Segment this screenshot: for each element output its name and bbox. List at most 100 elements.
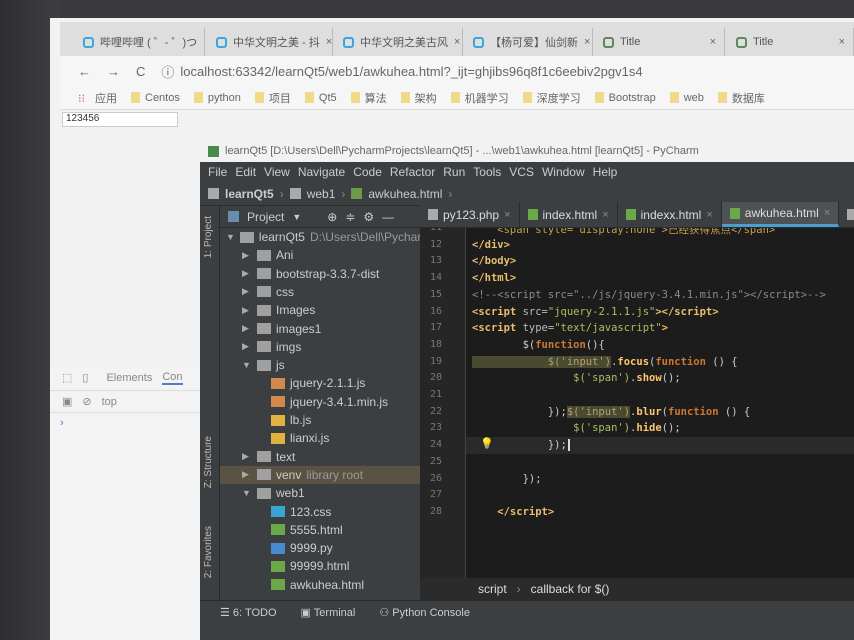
bookmark-item[interactable]: python: [193, 92, 241, 104]
tree-item[interactable]: ▶ images1: [220, 320, 420, 338]
reload-icon[interactable]: C: [136, 64, 145, 79]
bookmark-item[interactable]: Bootstrap: [594, 92, 656, 104]
bookmark-item[interactable]: 项目: [254, 90, 291, 106]
editor-tab[interactable]: ll.php: [839, 202, 854, 227]
tree-item[interactable]: lianxi.js: [220, 429, 420, 447]
menu-item[interactable]: Navigate: [298, 165, 345, 179]
editor-tab[interactable]: py123.php ×: [420, 202, 520, 227]
chevron-right-icon[interactable]: ▶: [242, 323, 252, 334]
crumb-callback[interactable]: callback for $(): [531, 582, 610, 596]
tree-item[interactable]: jquery-3.4.1.min.js: [220, 393, 420, 411]
chevron-right-icon[interactable]: ▶: [242, 286, 252, 297]
editor-tab[interactable]: index.html ×: [520, 202, 618, 227]
tab-elements[interactable]: Elements: [106, 372, 152, 384]
breadcrumb-item[interactable]: awkuhea.html: [368, 187, 442, 201]
menu-item[interactable]: Window: [542, 165, 585, 179]
forward-icon[interactable]: →: [107, 64, 120, 79]
bookmark-item[interactable]: Centos: [131, 92, 180, 104]
browser-tab[interactable]: 哔哩哔哩 ( ゜- ゜)つ ×: [75, 28, 205, 56]
project-tool-button[interactable]: 1: Project: [203, 216, 214, 258]
menu-item[interactable]: Run: [443, 165, 465, 179]
bookmark-item[interactable]: 数据库: [717, 90, 765, 106]
bookmark-item[interactable]: 架构: [400, 90, 437, 106]
code-editor[interactable]: 11 12 13 14 15 16 17 18 19 20 21 22 23 24 25 26 27 28 <sp…: [420, 228, 854, 578]
tree-item[interactable]: ▶ text: [220, 448, 420, 466]
python-console-tool-button[interactable]: ⚇ Python Console: [379, 606, 470, 619]
tree-item[interactable]: 99999.html: [220, 557, 420, 575]
locate-icon[interactable]: ⊕: [327, 210, 337, 224]
menu-item[interactable]: Refactor: [390, 165, 435, 179]
sidebar-toggle-icon[interactable]: ▣: [62, 395, 72, 408]
editor-tab[interactable]: indexx.html ×: [618, 202, 722, 227]
chevron-down-icon[interactable]: ▼: [226, 232, 235, 242]
tree-item[interactable]: ▶ Images: [220, 301, 420, 319]
lightbulb-icon[interactable]: 💡: [480, 437, 494, 450]
dropdown-icon[interactable]: ▼: [292, 212, 301, 222]
back-icon[interactable]: ←: [78, 64, 91, 79]
menu-item[interactable]: View: [264, 165, 290, 179]
close-tab-icon[interactable]: ×: [584, 36, 590, 48]
menu-item[interactable]: Code: [353, 165, 382, 179]
browser-tab[interactable]: Title ×: [728, 28, 854, 56]
context-selector[interactable]: top: [102, 396, 117, 408]
todo-tool-button[interactable]: ☰ 6: TODO: [220, 606, 277, 619]
chevron-down-icon[interactable]: ▼: [242, 488, 252, 498]
menu-item[interactable]: Help: [593, 165, 618, 179]
tree-item[interactable]: awkuhea.html: [220, 576, 420, 594]
menu-item[interactable]: VCS: [509, 165, 534, 179]
bookmark-item[interactable]: web: [669, 92, 704, 104]
bookmark-item[interactable]: ⁝⁝ 应用: [78, 90, 117, 106]
tree-item[interactable]: ▶ Ani: [220, 246, 420, 264]
collapse-icon[interactable]: ≑: [345, 210, 355, 224]
project-view-selector[interactable]: Project: [247, 210, 284, 224]
bookmark-item[interactable]: 算法: [350, 90, 387, 106]
tab-console[interactable]: Con: [162, 371, 183, 385]
hide-icon[interactable]: —: [382, 210, 394, 224]
close-tab-icon[interactable]: ×: [710, 36, 716, 48]
console-prompt[interactable]: ›: [50, 413, 210, 433]
close-tab-icon[interactable]: ×: [706, 209, 712, 221]
browser-tab[interactable]: 中华文明之美古风 ×: [335, 28, 463, 56]
crumb-script[interactable]: script: [478, 582, 507, 596]
terminal-tool-button[interactable]: ▣ Terminal: [301, 606, 356, 619]
menu-item[interactable]: File: [208, 165, 227, 179]
menu-item[interactable]: Edit: [235, 165, 256, 179]
tree-item[interactable]: ▼ web1: [220, 484, 420, 502]
chevron-right-icon[interactable]: ▶: [242, 305, 252, 316]
editor-tab[interactable]: awkuhea.html ×: [721, 202, 840, 227]
bookmark-item[interactable]: 深度学习: [522, 90, 581, 106]
browser-tab[interactable]: Title ×: [595, 28, 725, 56]
tree-item[interactable]: ▼ js: [220, 356, 420, 374]
page-input[interactable]: 123456: [62, 112, 178, 127]
tree-item[interactable]: 5555.html: [220, 521, 420, 539]
close-tab-icon[interactable]: ×: [454, 36, 460, 48]
close-tab-icon[interactable]: ×: [326, 36, 332, 48]
favorites-tool-button[interactable]: 2: Favorites: [203, 526, 214, 578]
close-tab-icon[interactable]: ×: [504, 209, 510, 221]
structure-tool-button[interactable]: Z: Structure: [203, 436, 214, 488]
menu-item[interactable]: Tools: [473, 165, 501, 179]
chevron-right-icon[interactable]: ▶: [242, 451, 252, 462]
tree-item[interactable]: ▶ venv library root: [220, 465, 420, 484]
chevron-right-icon[interactable]: ▶: [242, 469, 252, 480]
tree-item[interactable]: ▶ css: [220, 283, 420, 301]
inspect-icon[interactable]: ⬚: [62, 371, 72, 384]
tree-item[interactable]: 123.css: [220, 503, 420, 521]
tree-item[interactable]: 9999.py: [220, 539, 420, 557]
chevron-down-icon[interactable]: ▼: [242, 360, 252, 370]
close-tab-icon[interactable]: ×: [602, 209, 608, 221]
browser-tab[interactable]: 中华文明之美 - 抖 ×: [208, 28, 333, 56]
gear-icon[interactable]: ⚙: [363, 210, 374, 224]
breadcrumb-item[interactable]: web1: [307, 187, 336, 201]
tree-item[interactable]: ▶ imgs: [220, 338, 420, 356]
breadcrumb-item[interactable]: learnQt5: [225, 187, 274, 201]
device-toggle-icon[interactable]: ▯: [82, 371, 88, 384]
chevron-right-icon[interactable]: ▶: [242, 250, 252, 261]
bookmark-item[interactable]: 机器学习: [450, 90, 509, 106]
tree-item[interactable]: ▼ learnQt5 D:\Users\Dell\PycharmP: [220, 228, 420, 246]
chevron-right-icon[interactable]: ▶: [242, 341, 252, 352]
browser-tab[interactable]: 【杨可爱】仙剑新 ×: [465, 28, 593, 56]
tree-item[interactable]: ▶ bootstrap-3.3.7-dist: [220, 265, 420, 283]
bookmark-item[interactable]: Qt5: [304, 92, 337, 104]
tree-item[interactable]: jquery-2.1.1.js: [220, 374, 420, 392]
